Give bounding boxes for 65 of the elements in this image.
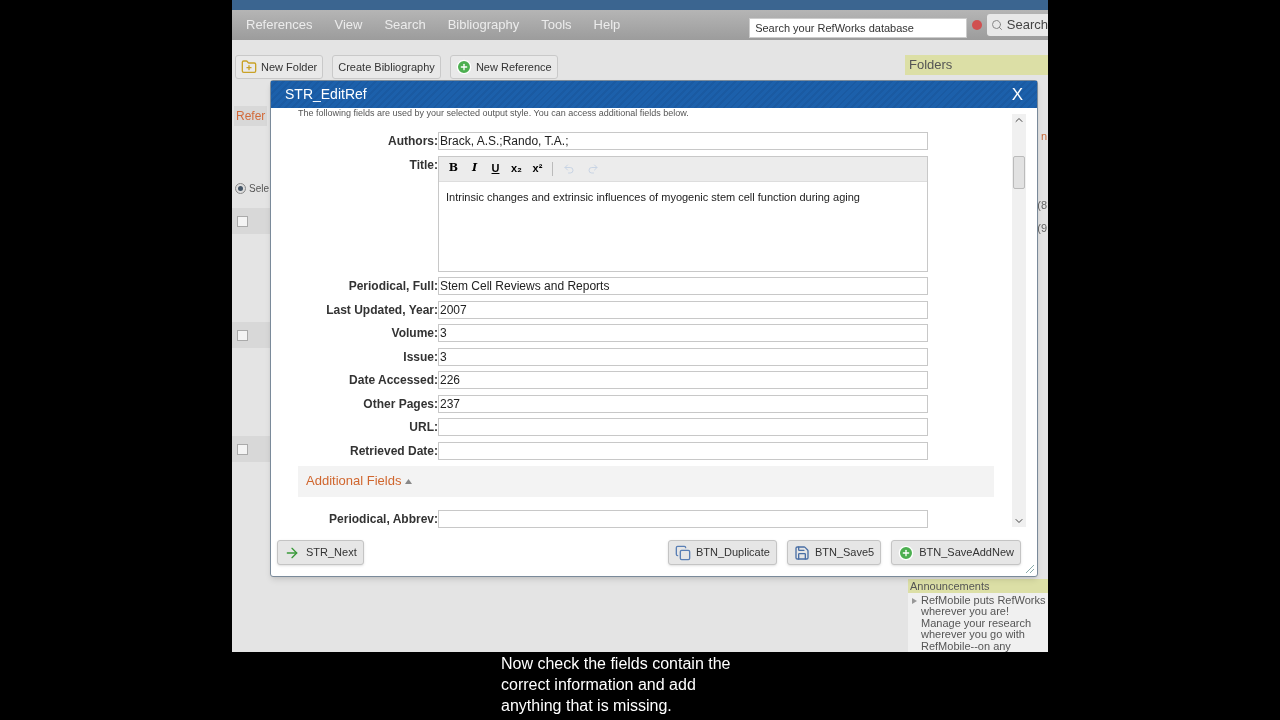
undo-icon[interactable] — [563, 162, 575, 175]
field-label: Retrieved Date: — [348, 442, 438, 460]
action-button[interactable]: BTN_SaveAddNew — [891, 540, 1021, 565]
folder-icon — [241, 59, 257, 75]
dialog-title: STR_EditRef — [285, 85, 367, 104]
input-field[interactable]: 237 — [438, 394, 928, 413]
checkbox[interactable] — [237, 329, 248, 341]
checkbox[interactable] — [237, 443, 248, 455]
subtitle-line: anything that is missing. — [501, 696, 673, 716]
copy-icon — [674, 544, 691, 561]
search-button[interactable]: Search — [986, 14, 1048, 36]
next-button[interactable]: STR_Next — [277, 540, 364, 565]
format-button[interactable]: I — [466, 159, 483, 178]
folders-header: Folders — [905, 55, 1048, 75]
plus-icon — [898, 544, 915, 561]
toolbar-button[interactable]: New Folder — [235, 55, 324, 79]
input-field[interactable] — [438, 509, 928, 528]
caret-up-icon — [405, 478, 413, 484]
search-icon — [990, 19, 1003, 31]
input-field[interactable]: 2007 — [438, 300, 928, 319]
search-field[interactable]: Search your RefWorks database — [749, 18, 967, 38]
field-label: URL: — [408, 419, 438, 436]
action-button[interactable]: BTN_Duplicate — [667, 540, 777, 565]
checkbox[interactable] — [237, 215, 248, 227]
field-label: Authors: — [387, 133, 438, 150]
resize-grip-icon[interactable] — [1025, 564, 1035, 574]
field-label: Periodical, Full: — [347, 278, 438, 295]
scrollbar-thumb[interactable] — [1013, 156, 1025, 189]
format-button[interactable]: x² — [529, 159, 546, 178]
format-button[interactable]: B — [445, 159, 462, 178]
format-button[interactable]: x₂ — [508, 159, 525, 178]
input-field[interactable]: Stem Cell Reviews and Reports — [438, 277, 928, 295]
input-field[interactable] — [438, 418, 928, 436]
intro-text: The following fields are used by your selected output style. You can access additional fields below. — [297, 108, 690, 119]
field-label: Issue: — [402, 348, 438, 366]
folder-count: (9 — [1037, 221, 1048, 235]
field-label: Volume: — [390, 325, 438, 342]
radio-label: Sele — [249, 182, 269, 196]
subtitle-line: Now check the fields contain the — [501, 654, 732, 674]
title-editor[interactable]: B I U x₂ x² Intrinsic changes and extrinsic influences of myogenic stem cell function during aging — [438, 155, 928, 272]
input-field[interactable]: 226 — [438, 371, 928, 389]
bullet-icon — [912, 597, 917, 604]
input-field[interactable]: Brack, A.S.;Rando, T.A.; — [438, 132, 928, 150]
announcement-text: RefMobile puts RefWorks wherever you are! Manage your research wherever you go with RefMobile--on any — [921, 594, 1047, 652]
input-field[interactable]: 3 — [438, 347, 928, 366]
field-label: Other Pages: — [362, 395, 438, 413]
field-label: Title: — [408, 156, 438, 174]
scrollbar[interactable] — [1012, 114, 1026, 527]
subtitle-line: correct information and add — [501, 675, 697, 695]
field-label: Date Accessed: — [348, 372, 438, 389]
input-field[interactable] — [438, 441, 928, 460]
title-text: Intrinsic changes and extrinsic influences of myogenic stem cell function during aging — [445, 189, 861, 205]
action-button[interactable]: BTN_Save5 — [786, 540, 882, 565]
plus-icon — [455, 59, 472, 75]
field-label: Last Updated, Year: — [325, 301, 438, 319]
radio-button[interactable] — [235, 183, 246, 194]
input-field[interactable]: 3 — [438, 324, 928, 342]
folder-count: (8 — [1037, 198, 1048, 212]
announcements-header: Announcements — [908, 578, 1048, 593]
field-label: Periodical, Abbrev: — [328, 510, 438, 528]
format-button[interactable]: U — [487, 159, 504, 178]
toolbar-button[interactable]: Create Bibliography — [332, 55, 441, 79]
close-button[interactable]: X — [1011, 81, 1023, 108]
redo-icon[interactable] — [587, 162, 599, 175]
toolbar-button[interactable]: New Reference — [449, 55, 558, 79]
